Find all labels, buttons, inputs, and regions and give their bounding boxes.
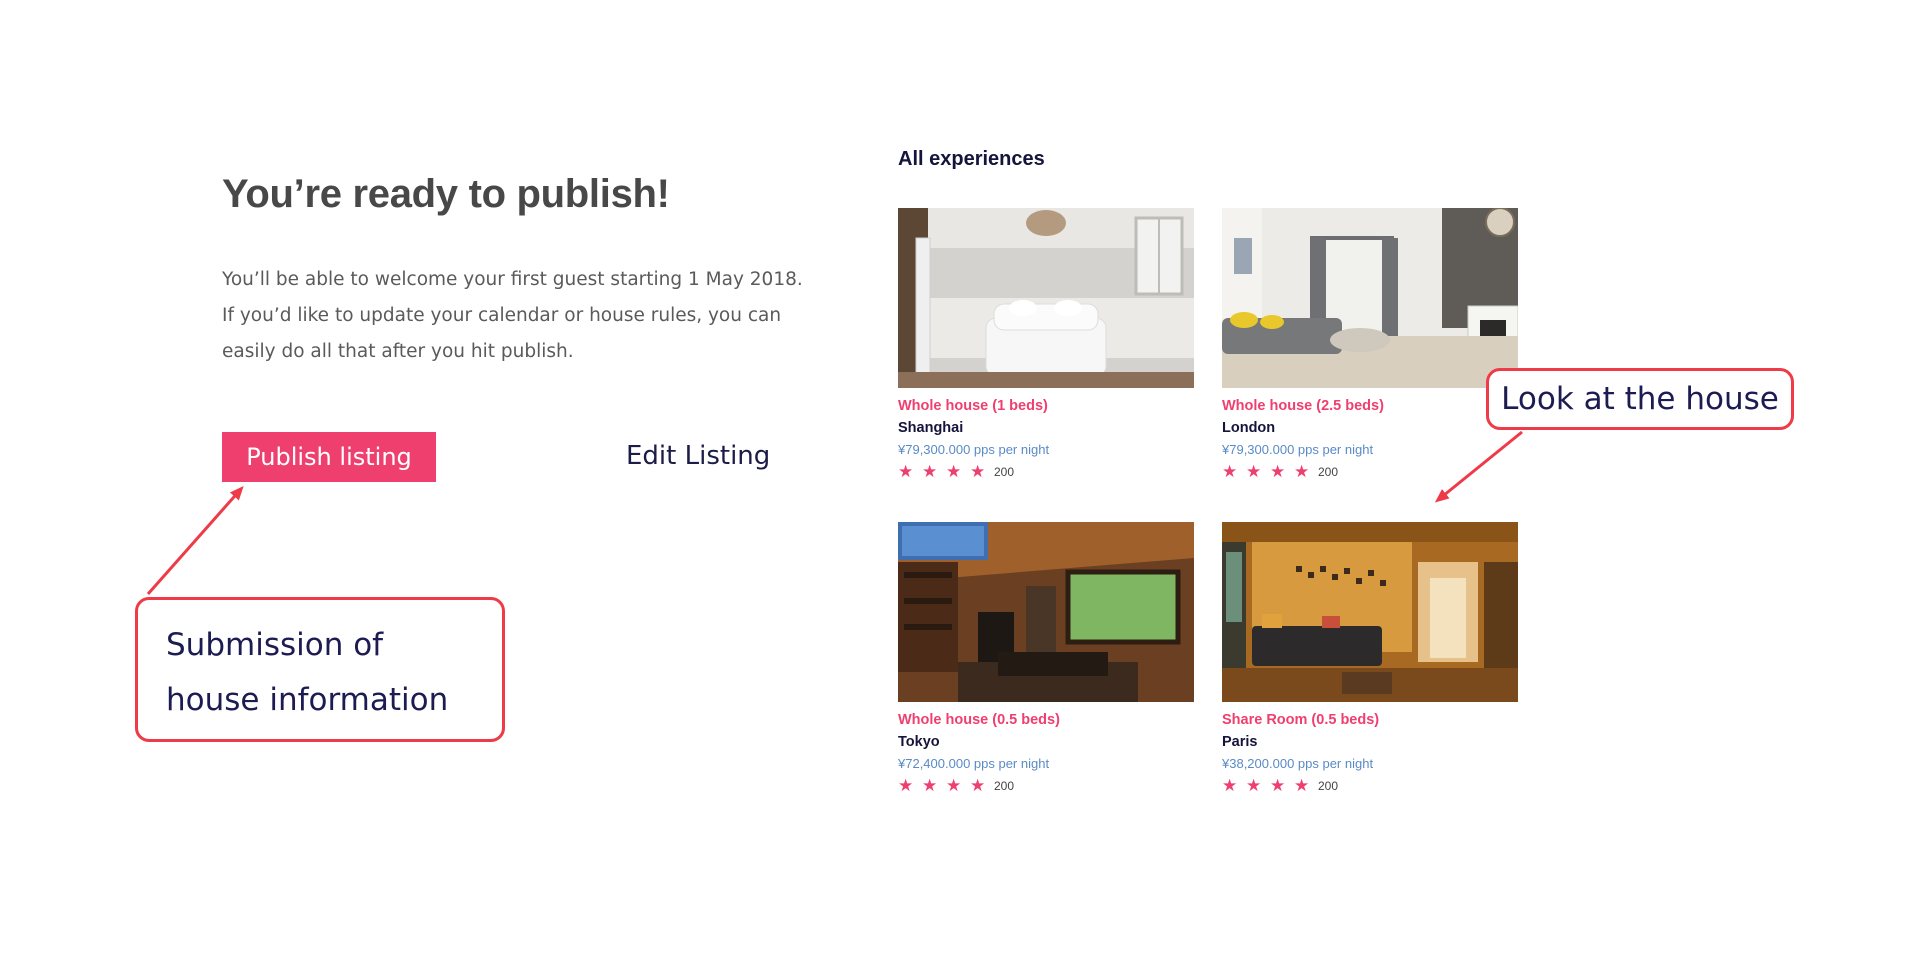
listing-card-london[interactable]: Whole house (2.5 beds) London ¥79,300.00… (1222, 208, 1518, 481)
rating-count: 200 (1318, 779, 1339, 793)
star-icon: ★ (922, 776, 938, 795)
listing-price: ¥72,400.000 pps per night (898, 756, 1050, 771)
listing-type: Whole house (2.5 beds) (1222, 398, 1384, 414)
edit-listing-link[interactable]: Edit Listing (626, 436, 770, 476)
star-icon: ★ (922, 462, 938, 481)
listing-photo-shanghai[interactable] (898, 208, 1194, 388)
publish-listing-button[interactable]: Publish listing (222, 432, 436, 482)
rating-count: 200 (994, 465, 1015, 479)
star-icon: ★ (946, 462, 962, 481)
star-icon: ★ (1294, 776, 1310, 795)
listing-rating: ★ ★ ★ ★ 200 (1222, 777, 1518, 795)
rating-count: 200 (1318, 465, 1339, 479)
listing-type: Whole house (1 beds) (898, 398, 1048, 414)
arrow-to-publish-button (146, 486, 244, 595)
listing-card-shanghai[interactable]: Whole house (1 beds) Shanghai ¥79,300.00… (898, 208, 1194, 481)
listing-type: Share Room (0.5 beds) (1222, 712, 1380, 728)
star-icon: ★ (1222, 776, 1238, 795)
star-icon: ★ (1270, 776, 1286, 795)
rating-count: 200 (994, 779, 1015, 793)
star-icon: ★ (946, 776, 962, 795)
star-icon: ★ (1246, 776, 1262, 795)
star-icon: ★ (970, 776, 986, 795)
publish-description: You’ll be able to welcome your first gue… (222, 269, 803, 362)
listing-rating: ★ ★ ★ ★ 200 (1222, 463, 1518, 481)
star-icon: ★ (1294, 462, 1310, 481)
listing-photo-tokyo[interactable] (898, 522, 1194, 702)
listing-price: ¥38,200.000 pps per night (1222, 756, 1374, 771)
listing-city: Paris (1222, 734, 1258, 750)
star-icon: ★ (898, 462, 914, 481)
star-icon: ★ (1270, 462, 1286, 481)
listing-city: London (1222, 420, 1276, 436)
listing-card-paris[interactable]: Share Room (0.5 beds) Paris ¥38,200.000 … (1222, 522, 1518, 795)
annotation-look: Look at the house (1486, 368, 1794, 430)
star-icon: ★ (1222, 462, 1238, 481)
page-title: You’re ready to publish! (222, 172, 670, 216)
star-icon: ★ (970, 462, 986, 481)
experiences-title: All experiences (898, 148, 1045, 170)
star-icon: ★ (898, 776, 914, 795)
listing-rating: ★ ★ ★ ★ 200 (898, 777, 1194, 795)
listing-city: Tokyo (898, 734, 940, 750)
annotation-submission: Submission of house information (135, 597, 505, 742)
listing-card-tokyo[interactable]: Whole house (0.5 beds) Tokyo ¥72,400.000… (898, 522, 1194, 795)
listing-rating: ★ ★ ★ ★ 200 (898, 463, 1194, 481)
listing-photo-paris[interactable] (1222, 522, 1518, 702)
listing-city: Shanghai (898, 420, 964, 436)
listing-price: ¥79,300.000 pps per night (1222, 442, 1374, 457)
listing-type: Whole house (0.5 beds) (898, 712, 1060, 728)
listing-photo-london[interactable] (1222, 208, 1518, 388)
listing-price: ¥79,300.000 pps per night (898, 442, 1050, 457)
star-icon: ★ (1246, 462, 1262, 481)
